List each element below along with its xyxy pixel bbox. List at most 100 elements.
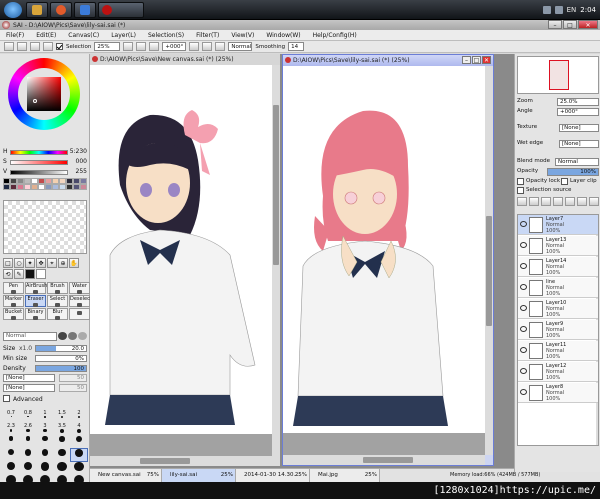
swatch[interactable] [3,184,10,190]
selection-checkbox[interactable] [56,43,63,50]
maximize-button[interactable]: □ [563,20,577,29]
document-tab[interactable]: 2014-01-30 14.30.... 25% [236,469,310,482]
eye-icon[interactable] [520,389,527,395]
delete-layer-icon[interactable] [589,197,599,206]
eye-icon[interactable] [520,347,527,353]
document-tab[interactable]: lily-sai.sai 25% [162,469,236,482]
clock[interactable]: 2:04 [580,6,596,14]
brush-size-preset[interactable]: 4 [71,423,87,435]
size-slider[interactable]: 20.0 [35,345,87,352]
doc-minimize-button[interactable]: – [462,56,471,64]
swatch[interactable] [24,184,31,190]
color-picker-cursor[interactable] [33,99,37,103]
layer-item[interactable]: Layer9 Normal 100% [518,320,598,340]
swatch[interactable] [80,184,87,190]
swatch[interactable] [73,184,80,190]
brush-size-preset[interactable] [70,448,88,462]
document-caption[interactable]: D:\AIOW\Pics\Save\New canvas.sai (*) (25… [90,54,280,65]
nav-angle-field[interactable]: +000° [557,108,599,116]
new-layer-icon[interactable] [517,197,527,206]
layer-clip-checkbox[interactable] [561,178,568,185]
vertical-scrollbar[interactable] [485,66,493,455]
brush-mode-field[interactable]: Normal [3,332,57,341]
blend-dropdown[interactable]: Normal [555,158,599,166]
move-icon[interactable]: ✥ [36,258,46,268]
swatch[interactable] [45,184,52,190]
eyedropper-icon[interactable]: ⌖ [47,258,57,268]
shape-value[interactable]: 50 [59,374,87,382]
mode-field[interactable]: Normal [228,42,253,51]
menu-edit[interactable]: Edit(E) [30,32,62,39]
menu-canvas[interactable]: Canvas(C) [62,32,105,39]
eye-icon[interactable] [520,263,527,269]
brush-tool[interactable]: Marker [3,295,24,307]
swatch[interactable] [59,184,66,190]
brush-size-preset[interactable]: 0.8 [20,410,36,422]
taskbar-app-sai[interactable] [98,2,144,18]
shape-dropdown[interactable]: [None] [3,374,55,382]
taskbar-app-media[interactable] [74,2,96,18]
eye-icon[interactable] [520,368,527,374]
volume-icon[interactable] [554,6,563,14]
magic-wand-icon[interactable]: ✦ [25,258,35,268]
rotate-left-button[interactable] [189,42,200,51]
smoothing-field[interactable]: 14 [288,42,305,51]
deselect-button[interactable] [30,42,40,51]
min-size-slider[interactable]: 0% [35,355,87,362]
brush-size-preset[interactable]: 2.6 [20,423,36,435]
close-button[interactable]: ✕ [578,20,598,29]
navigator-thumbnail[interactable] [549,60,569,90]
zoom-reset-button[interactable] [149,42,160,51]
rotate-right-button[interactable] [202,42,213,51]
brush-tool[interactable]: Water [69,282,90,294]
document-tab[interactable]: Mai.jpg 25% [310,469,380,482]
new-folder-icon[interactable] [541,197,551,206]
zoom-icon[interactable]: ⊕ [58,258,68,268]
flip-button[interactable] [215,42,226,51]
brush-size-preset[interactable]: 2.3 [3,423,19,435]
menu-view[interactable]: View(V) [225,32,260,39]
brush-tool[interactable]: Select [47,295,68,307]
doc-maximize-button[interactable]: □ [472,56,481,64]
brush-size-preset[interactable] [37,436,53,448]
horizontal-scrollbar[interactable] [283,455,485,465]
brush-size-preset[interactable] [37,462,53,474]
swatch-palette[interactable] [3,178,87,198]
layer-item[interactable]: line Normal 100% [518,278,598,298]
opacity-slider[interactable]: 100% [547,168,599,176]
copy-layer-icon[interactable] [553,197,563,206]
density-slider[interactable]: 100 [35,365,87,372]
rect-select-icon[interactable]: □ [3,258,13,268]
horizontal-scrollbar[interactable] [90,456,272,466]
brush-tool[interactable]: AirBrush [25,282,47,294]
brush-size-preset[interactable] [37,449,53,461]
lasso-icon[interactable]: ○ [14,258,24,268]
menu-selection[interactable]: Selection(S) [142,32,190,39]
pen-tool-icon[interactable]: ✎ [14,269,24,279]
size-multiplier[interactable]: x1.0 [19,345,32,352]
layer-item[interactable]: Layer13 Normal 100% [518,236,598,256]
brush-size-preset[interactable] [3,462,19,474]
swatch[interactable] [52,184,59,190]
layer-item[interactable]: Layer8 Normal 100% [518,383,598,403]
layer-item[interactable]: Layer14 Normal 100% [518,257,598,277]
navigator[interactable] [517,56,599,94]
menu-window[interactable]: Window(W) [260,32,306,39]
brush-size-preset[interactable] [3,449,19,461]
vertical-scrollbar[interactable] [272,65,280,456]
zoom-field[interactable]: 25% [94,42,121,51]
brush-tool[interactable]: Bucket [3,308,24,320]
brush-shape-1[interactable] [58,332,67,340]
nav-zoom-field[interactable]: 25.0% [557,98,599,106]
hue-slider[interactable]: H 5:230 [3,148,87,157]
brush-size-preset[interactable] [54,462,70,474]
value-slider[interactable]: V 255 [3,168,87,177]
brush-size-preset[interactable] [20,449,36,461]
tray-language[interactable]: EN [567,6,577,14]
brush-size-preset[interactable]: 1.5 [54,410,70,422]
hand-icon[interactable]: ✋ [69,258,79,268]
brush-size-preset[interactable] [20,462,36,474]
zoom-out-button[interactable] [123,42,134,51]
canvas-lily[interactable] [283,66,485,455]
color-fg-icon[interactable] [25,269,35,279]
